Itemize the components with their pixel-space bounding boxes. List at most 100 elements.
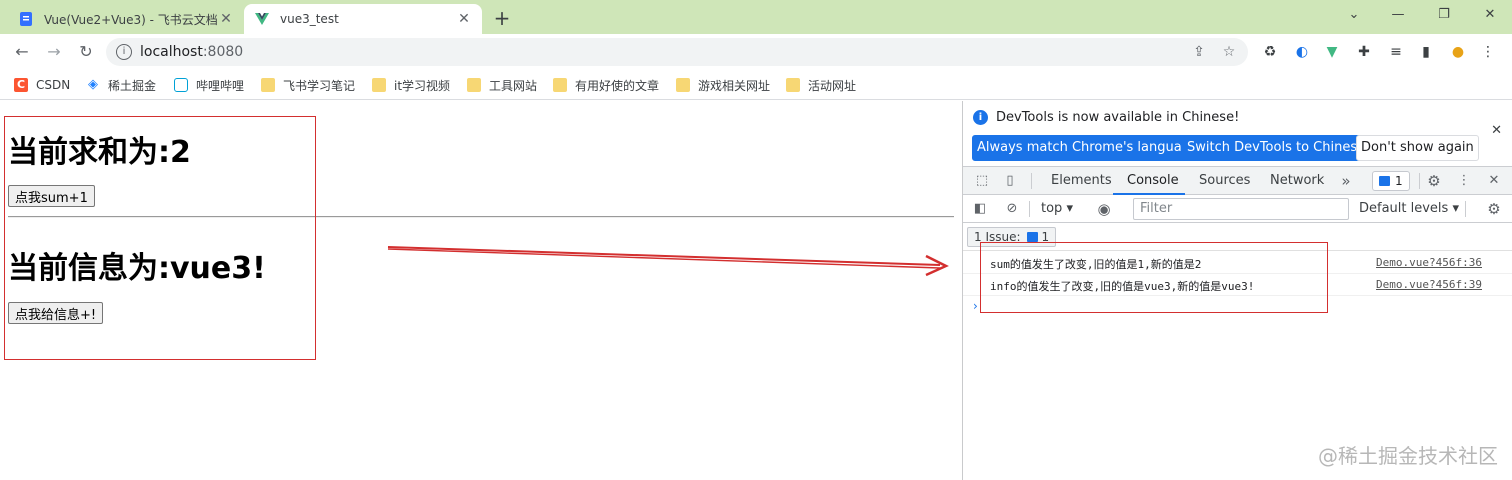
annotation-box-page [4, 116, 316, 360]
bookmarks-bar: C CSDN ◈ 稀土掘金 哔哩哔哩 飞书学习笔记 it学习视频 工具网站 有用… [0, 70, 1512, 100]
device-toolbar-icon[interactable]: ▯ [1001, 172, 1019, 190]
forward-icon[interactable]: → [42, 40, 66, 64]
bilibili-icon [174, 78, 188, 92]
inspect-element-icon[interactable]: ⬚ [973, 172, 991, 190]
tab-close-icon[interactable]: ✕ [218, 11, 234, 27]
translate-extension-icon[interactable]: ◐ [1292, 42, 1312, 62]
context-selector[interactable]: top ▾ [1041, 201, 1073, 216]
url-text: localhost:8080 [140, 44, 244, 60]
site-info-icon[interactable]: i [116, 44, 132, 60]
tab-search-icon[interactable]: ⌄ [1340, 4, 1368, 26]
clear-console-icon[interactable]: ⊘ [1003, 200, 1021, 218]
settings-gear-icon[interactable]: ⚙ [1425, 172, 1443, 190]
csdn-icon: C [14, 78, 28, 92]
media-queue-icon[interactable]: ≡ [1386, 42, 1406, 62]
bookmark-label: 工具网站 [489, 78, 538, 93]
separator [1031, 173, 1032, 189]
tab-close-icon[interactable]: ✕ [456, 11, 472, 27]
bookmark-label: 稀土掘金 [108, 78, 157, 93]
devtools-panel: i DevTools is now available in Chinese! … [962, 101, 1512, 480]
tab-title: vue3_test [280, 12, 339, 26]
bookmark-juejin[interactable]: ◈ 稀土掘金 [86, 76, 156, 94]
bookmark-folder[interactable]: it学习视频 [372, 76, 450, 94]
folder-icon [467, 78, 481, 92]
dont-show-again-button[interactable]: Don't show again [1356, 135, 1479, 161]
tab-console[interactable]: Console [1127, 173, 1179, 188]
bookmark-label: 活动网址 [808, 78, 857, 93]
vue-devtools-extension-icon[interactable]: ▼ [1322, 42, 1342, 62]
tab-elements[interactable]: Elements [1051, 173, 1112, 188]
log-levels-dropdown[interactable]: Default levels ▾ [1359, 201, 1459, 216]
console-toolbar: ◧ ⊘ top ▾ ◉ Filter Default levels ▾ ⚙ [963, 195, 1512, 223]
address-bar[interactable]: i localhost:8080 ⇪ ☆ [106, 38, 1248, 66]
banner-text: DevTools is now available in Chinese! [996, 110, 1240, 125]
tab-title: Vue(Vue2+Vue3) - 飞书云文档 [44, 12, 218, 27]
page-viewport: 当前求和为:2 点我sum+1 当前信息为:vue3! 点我给信息+! [0, 101, 962, 480]
bookmark-label: 飞书学习笔记 [283, 78, 356, 93]
folder-icon [372, 78, 386, 92]
console-settings-gear-icon[interactable]: ⚙ [1485, 200, 1503, 218]
levels-value: Default levels [1359, 201, 1449, 216]
log-source-link[interactable]: Demo.vue?456f:39 [1376, 278, 1482, 291]
minimize-icon[interactable]: — [1384, 4, 1412, 26]
message-icon [1026, 232, 1038, 242]
restore-icon[interactable]: ❐ [1430, 4, 1458, 26]
tab-vue3-test[interactable]: vue3_test ✕ [244, 4, 482, 34]
language-banner: i DevTools is now available in Chinese! [973, 110, 1239, 125]
issues-badge[interactable]: 1 [1372, 171, 1410, 191]
tab-sources[interactable]: Sources [1199, 173, 1250, 188]
back-icon[interactable]: ← [10, 40, 34, 64]
switch-to-chinese-button[interactable]: Switch DevTools to Chinese [1182, 135, 1371, 161]
folder-icon [553, 78, 567, 92]
bookmark-folder[interactable]: 有用好使的文章 [553, 76, 659, 94]
tab-network[interactable]: Network [1270, 173, 1324, 188]
bookmark-bilibili[interactable]: 哔哩哔哩 [174, 76, 244, 94]
bookmark-folder[interactable]: 活动网址 [786, 76, 856, 94]
separator [1029, 201, 1030, 217]
juejin-icon: ◈ [88, 77, 98, 92]
console-prompt[interactable]: › [973, 299, 978, 313]
close-devtools-icon[interactable]: ✕ [1485, 172, 1503, 190]
avatar[interactable]: ● [1448, 42, 1468, 62]
devtools-menu-icon[interactable]: ⋮ [1455, 172, 1473, 190]
context-value: top [1041, 201, 1063, 216]
share-icon[interactable]: ⇪ [1190, 43, 1208, 61]
more-tabs-icon[interactable]: » [1337, 172, 1355, 190]
console-filter-input[interactable]: Filter [1133, 198, 1349, 220]
devtools-tab-bar: ⬚ ▯ Elements Console Sources Network » 1… [963, 166, 1512, 195]
bookmark-star-icon[interactable]: ☆ [1220, 43, 1238, 61]
bookmark-label: 有用好使的文章 [575, 78, 660, 93]
side-panel-icon[interactable]: ▮ [1416, 42, 1436, 62]
tab-feishu-doc[interactable]: Vue(Vue2+Vue3) - 飞书云文档 ✕ [8, 4, 244, 34]
feishu-doc-icon [20, 12, 32, 26]
new-tab-button[interactable]: + [490, 7, 514, 31]
reload-icon[interactable]: ↻ [74, 40, 98, 64]
folder-icon [786, 78, 800, 92]
bookmark-label: 哔哩哔哩 [196, 78, 245, 93]
sidebar-toggle-icon[interactable]: ◧ [971, 200, 989, 218]
recycle-extension-icon[interactable]: ♻ [1260, 42, 1280, 62]
info-icon: i [973, 110, 988, 125]
extensions-puzzle-icon[interactable]: ✚ [1354, 42, 1374, 62]
bookmark-label: CSDN [36, 78, 71, 92]
watermark: @稀土掘金技术社区 [1318, 444, 1498, 468]
bookmark-folder[interactable]: 飞书学习笔记 [261, 76, 355, 94]
menu-kebab-icon[interactable]: ⋮ [1478, 42, 1498, 62]
folder-icon [676, 78, 690, 92]
folder-icon [261, 78, 275, 92]
live-expression-eye-icon[interactable]: ◉ [1095, 200, 1113, 218]
close-window-icon[interactable]: ✕ [1476, 4, 1504, 26]
browser-toolbar: ← → ↻ i localhost:8080 ⇪ ☆ ♻ ◐ ▼ ✚ ≡ ▮ ●… [0, 34, 1512, 70]
badge-count: 1 [1395, 174, 1403, 188]
log-source-link[interactable]: Demo.vue?456f:36 [1376, 256, 1482, 269]
banner-close-icon[interactable]: ✕ [1491, 123, 1502, 138]
bookmark-label: it学习视频 [394, 78, 451, 93]
separator [1465, 201, 1466, 217]
message-icon [1379, 176, 1390, 186]
bookmark-folder[interactable]: 游戏相关网址 [676, 76, 770, 94]
bookmark-csdn[interactable]: C CSDN [14, 76, 70, 94]
match-language-button[interactable]: Always match Chrome's language [972, 135, 1203, 161]
bookmark-folder[interactable]: 工具网站 [467, 76, 537, 94]
annotation-box-console [980, 242, 1328, 313]
separator [1419, 173, 1420, 189]
